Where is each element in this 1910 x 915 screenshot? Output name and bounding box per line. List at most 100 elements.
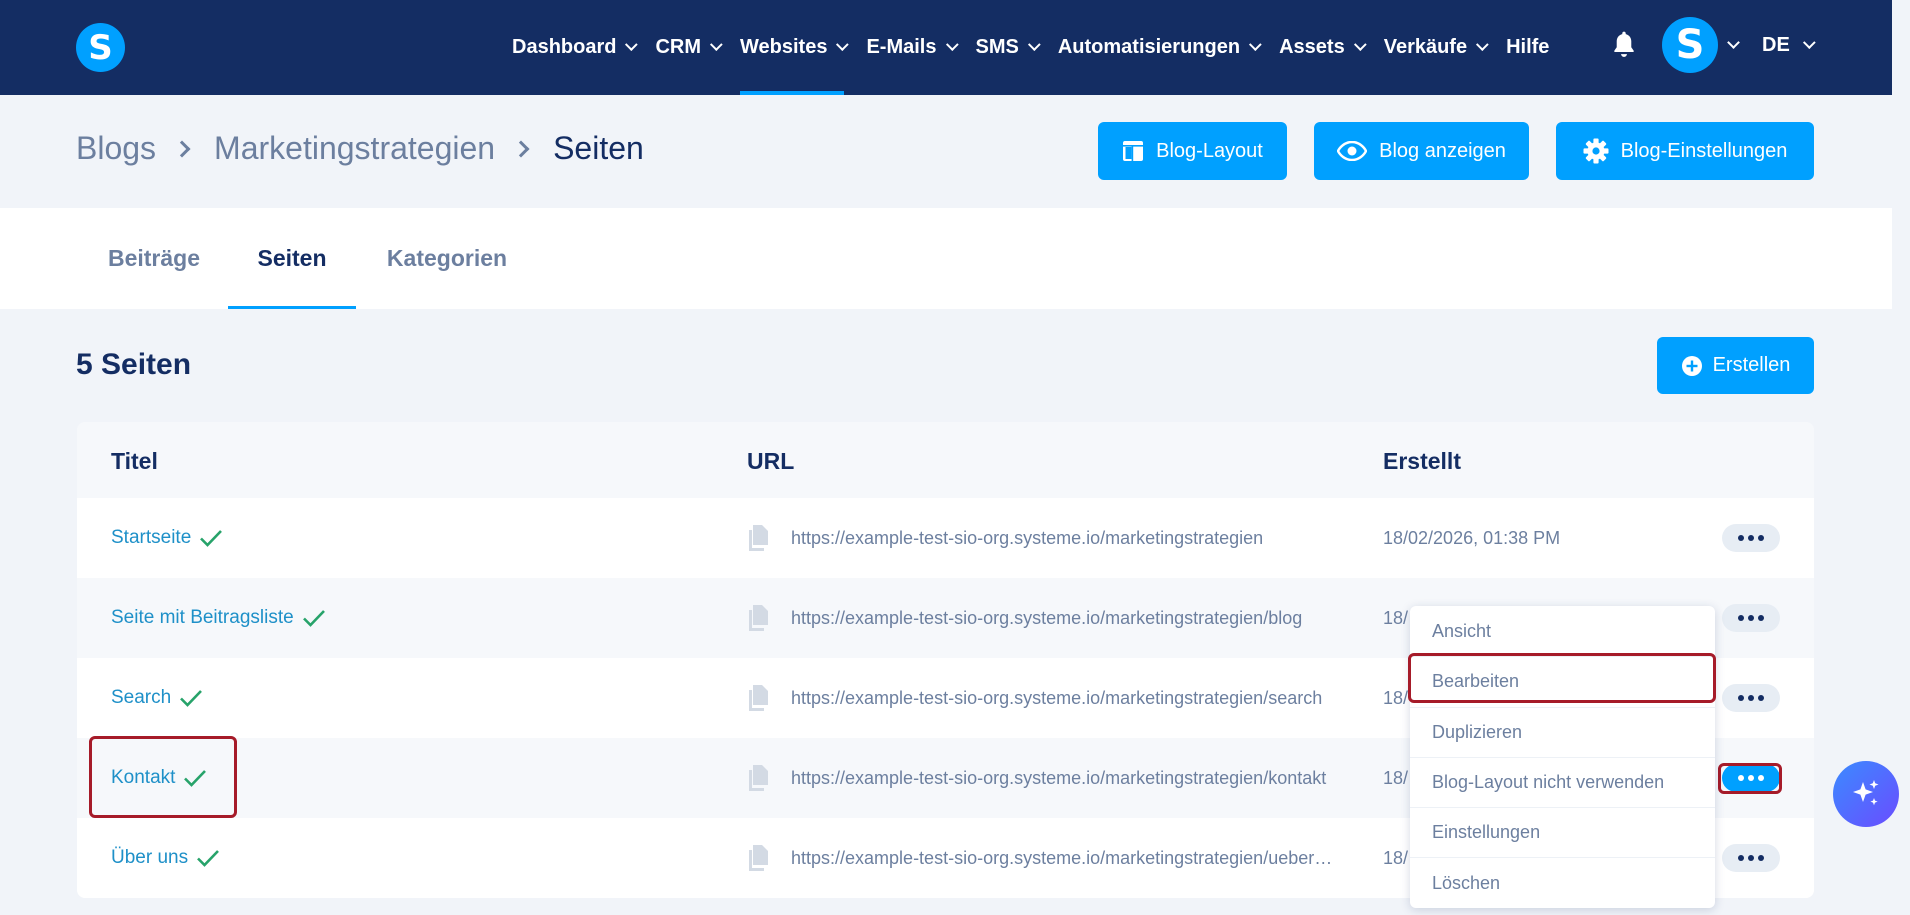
dot-icon	[1738, 695, 1744, 701]
row-url: https://example-test-sio-org.systeme.io/…	[791, 527, 1264, 548]
blog-layout-label: Blog-Layout	[1156, 139, 1263, 162]
menu-item-duplicate[interactable]: Duplizieren	[1410, 706, 1715, 757]
dot-icon	[1758, 695, 1764, 701]
main-nav: Dashboard CRM Websites E-Mails SMS Autom…	[512, 0, 1571, 95]
chevron-down-icon	[1353, 38, 1367, 52]
nav-help-label: Hilfe	[1506, 36, 1550, 58]
nav-crm-label: CRM	[655, 36, 702, 58]
row-url: https://example-test-sio-org.systeme.io/…	[791, 607, 1303, 628]
nav-sms[interactable]: SMS	[975, 0, 1041, 95]
row-url: https://example-test-sio-org.systeme.io/…	[791, 687, 1323, 708]
language-selector[interactable]: DE	[1762, 0, 1816, 90]
page-title-link[interactable]: Seite mit Beitragsliste	[111, 578, 326, 658]
nav-assets[interactable]: Assets	[1279, 0, 1367, 95]
chevron-down-icon	[1249, 38, 1262, 52]
copy-icon[interactable]	[747, 764, 771, 792]
dot-icon	[1758, 615, 1764, 621]
copy-icon[interactable]	[747, 844, 771, 872]
menu-item-delete[interactable]: Löschen	[1410, 857, 1715, 907]
dot-icon	[1738, 855, 1744, 861]
nav-sms-label: SMS	[975, 36, 1019, 58]
table-header: Titel URL Erstellt	[77, 422, 1814, 498]
nav-dashboard-label: Dashboard	[512, 36, 617, 58]
page-title-link[interactable]: Startseite	[111, 498, 223, 578]
layout-icon	[1123, 141, 1144, 161]
nav-crm[interactable]: CRM	[655, 0, 723, 95]
bell-icon[interactable]	[1611, 30, 1637, 60]
page-title-link[interactable]: Search	[111, 658, 203, 738]
gear-icon	[1583, 138, 1609, 164]
nav-emails-label: E-Mails	[866, 36, 937, 58]
nav-emails[interactable]: E-Mails	[866, 0, 959, 95]
blog-layout-button[interactable]: Blog-Layout	[1098, 122, 1287, 180]
eye-icon	[1337, 141, 1368, 161]
nav-sales[interactable]: Verkäufe	[1383, 0, 1489, 95]
top-navbar: S Dashboard CRM Websites E-Mails SMS Aut…	[0, 0, 1892, 95]
check-icon	[197, 850, 220, 867]
url-cell: https://example-test-sio-org.systeme.io/…	[747, 818, 1337, 898]
nav-websites[interactable]: Websites	[740, 0, 850, 95]
copy-icon[interactable]	[747, 604, 771, 632]
row-actions-button[interactable]	[1722, 844, 1780, 872]
menu-item-view[interactable]: Ansicht	[1410, 606, 1715, 656]
dot-icon	[1758, 535, 1764, 541]
chevron-down-icon	[1476, 38, 1489, 52]
chevron-right-icon	[173, 140, 191, 157]
tab-posts[interactable]: Beiträge	[104, 208, 204, 309]
nav-dashboard[interactable]: Dashboard	[512, 0, 639, 95]
chevron-right-icon	[512, 140, 530, 157]
blog-settings-label: Blog-Einstellungen	[1620, 139, 1788, 162]
row-created: 18/02/2026, 01:38 PM	[1383, 527, 1561, 548]
dot-icon	[1758, 855, 1764, 861]
row-url: https://example-test-sio-org.systeme.io/…	[791, 767, 1327, 788]
check-icon	[180, 690, 203, 707]
copy-icon[interactable]	[747, 684, 771, 712]
breadcrumb-blog[interactable]: Marketingstrategien	[214, 130, 495, 167]
header-title: Titel	[111, 448, 158, 474]
nav-automations[interactable]: Automatisierungen	[1057, 0, 1262, 95]
row-actions-button[interactable]	[1722, 684, 1780, 712]
chevron-down-icon	[709, 38, 723, 52]
row-created: 18/	[1383, 847, 1409, 868]
row-created: 18/	[1383, 767, 1409, 788]
chevron-down-icon	[836, 38, 850, 52]
tab-pages[interactable]: Seiten	[228, 208, 356, 309]
row-url: https://example-test-sio-org.systeme.io/…	[791, 847, 1337, 868]
nav-automations-label: Automatisierungen	[1057, 36, 1241, 58]
breadcrumb: Blogs Marketingstrategien Seiten	[76, 130, 644, 167]
row-title: Seite mit Beitragsliste	[111, 607, 294, 628]
chevron-down-icon[interactable]	[1727, 36, 1740, 49]
systeme-logo[interactable]: S	[76, 23, 125, 72]
avatar[interactable]: S	[1662, 17, 1718, 73]
view-blog-button[interactable]: Blog anzeigen	[1314, 122, 1529, 180]
menu-item-settings[interactable]: Einstellungen	[1410, 807, 1715, 857]
page-title: 5 Seiten	[76, 348, 192, 381]
blog-settings-button[interactable]: Blog-Einstellungen	[1556, 122, 1814, 180]
nav-help[interactable]: Hilfe	[1506, 0, 1549, 95]
breadcrumb-current: Seiten	[553, 130, 644, 166]
row-created: 18/	[1383, 687, 1409, 708]
tabs-bar: Beiträge Seiten Kategorien	[0, 208, 1892, 309]
row-actions-button[interactable]	[1722, 604, 1780, 632]
highlight-actions-button	[1718, 763, 1782, 794]
header-url: URL	[747, 448, 795, 474]
tab-categories[interactable]: Kategorien	[383, 208, 511, 309]
dot-icon	[1748, 615, 1754, 621]
language-label: DE	[1762, 33, 1790, 56]
dot-icon	[1738, 615, 1744, 621]
row-created: 18/	[1383, 607, 1409, 628]
url-cell: https://example-test-sio-org.systeme.io/…	[747, 738, 1337, 818]
row-actions-menu: Ansicht Bearbeiten Duplizieren Blog-Layo…	[1410, 606, 1715, 908]
breadcrumb-blogs[interactable]: Blogs	[76, 130, 156, 167]
nav-sales-label: Verkäufe	[1383, 36, 1468, 58]
menu-item-disable-blog-layout[interactable]: Blog-Layout nicht verwenden	[1410, 756, 1715, 807]
create-button[interactable]: Erstellen	[1657, 337, 1814, 394]
copy-icon[interactable]	[747, 524, 771, 552]
dot-icon	[1748, 695, 1754, 701]
row-actions-button[interactable]	[1722, 524, 1780, 552]
ai-assistant-button[interactable]	[1833, 761, 1899, 827]
url-cell: https://example-test-sio-org.systeme.io/…	[747, 498, 1337, 578]
page-title-link[interactable]: Über uns	[111, 818, 220, 898]
sparkle-icon	[1853, 780, 1879, 806]
dot-icon	[1748, 855, 1754, 861]
